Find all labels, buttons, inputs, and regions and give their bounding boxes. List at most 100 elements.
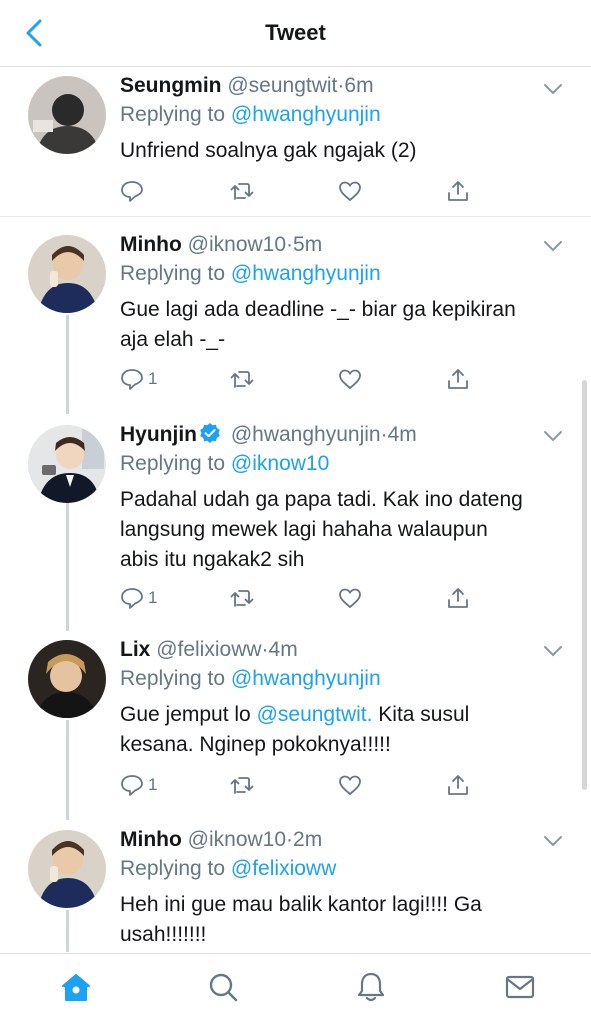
retweet-icon — [230, 777, 254, 794]
heart-icon — [339, 369, 361, 390]
inline-mention[interactable]: @seungtwit. — [257, 703, 373, 726]
tab-search[interactable] — [206, 970, 240, 1004]
author-name[interactable]: Minho — [120, 233, 182, 256]
avatar[interactable] — [28, 830, 106, 908]
author-name[interactable]: Hyunjin — [120, 423, 197, 446]
reply-mention[interactable]: @iknow10 — [231, 452, 329, 475]
home-icon — [62, 974, 90, 1001]
share-icon — [448, 588, 468, 608]
top-bar: Tweet — [0, 0, 591, 67]
replying-prefix: Replying to — [120, 452, 226, 475]
author-handle[interactable]: @felixioww — [156, 638, 261, 661]
tweet-text-line: usah!!!!!!! — [120, 923, 207, 946]
tweet[interactable]: Minho @iknow10·2m Replying to @felixioww… — [0, 816, 591, 953]
tweet-text-line: kesana. Nginep pokoknya!!!!! — [120, 733, 391, 756]
chevron-down-icon[interactable] — [543, 239, 563, 253]
reply-count: 1 — [148, 588, 158, 607]
tweet[interactable]: Lix @felixioww·4m Replying to @hwanghyun… — [0, 628, 591, 816]
timestamp: 4m — [387, 423, 417, 446]
tab-messages[interactable] — [503, 970, 537, 1004]
heart-icon — [339, 775, 361, 796]
reply-count: 1 — [148, 775, 158, 794]
chevron-down-icon[interactable] — [543, 834, 563, 848]
search-icon — [209, 973, 238, 1002]
share-button[interactable] — [446, 772, 470, 798]
reply-button[interactable]: 1 — [120, 366, 157, 392]
share-icon — [448, 369, 468, 389]
share-icon — [448, 181, 468, 201]
reply-count: 1 — [148, 369, 158, 388]
reply-icon — [121, 181, 143, 202]
chevron-down-icon[interactable] — [543, 644, 563, 658]
separator-dot: · — [286, 233, 294, 256]
like-button[interactable] — [338, 178, 362, 204]
timestamp: 2m — [293, 828, 323, 851]
retweet-button[interactable] — [230, 772, 254, 798]
reply-mention[interactable]: @hwanghyunjin — [231, 667, 381, 690]
share-button[interactable] — [446, 585, 470, 611]
reply-button[interactable]: 1 — [120, 772, 157, 798]
author-handle[interactable]: @seungtwit — [227, 74, 337, 97]
separator-dot: · — [261, 638, 269, 661]
author-name[interactable]: Minho — [120, 828, 182, 851]
retweet-icon — [230, 590, 254, 607]
author-name[interactable]: Lix — [120, 638, 150, 661]
reply-icon — [121, 775, 143, 796]
author-name[interactable]: Seungmin — [120, 74, 222, 97]
verified-badge-icon — [200, 423, 220, 443]
avatar[interactable] — [28, 640, 106, 718]
tweet-text: Unfriend soalnya gak ngajak (2) — [120, 139, 417, 162]
retweet-button[interactable] — [230, 366, 254, 392]
chevron-down-icon[interactable] — [543, 82, 563, 96]
reply-button[interactable] — [120, 178, 148, 204]
like-button[interactable] — [338, 772, 362, 798]
bell-icon — [357, 972, 385, 1002]
mail-icon — [505, 975, 535, 999]
reply-mention[interactable]: @felixioww — [231, 857, 336, 880]
heart-icon — [339, 588, 361, 609]
share-button[interactable] — [446, 366, 470, 392]
timestamp: 5m — [293, 233, 323, 256]
timestamp: 4m — [268, 638, 298, 661]
retweet-icon — [230, 183, 254, 200]
tweet[interactable]: Minho @iknow10·5m Replying to @hwanghyun… — [0, 217, 591, 410]
scrollbar[interactable] — [582, 380, 587, 790]
tweet-text-part: Gue jemput lo — [120, 703, 257, 726]
tab-notifications[interactable] — [354, 970, 388, 1004]
like-button[interactable] — [338, 585, 362, 611]
replying-prefix: Replying to — [120, 262, 226, 285]
replying-prefix: Replying to — [120, 857, 226, 880]
reply-icon — [121, 588, 143, 609]
reply-button[interactable]: 1 — [120, 585, 157, 611]
bottom-tab-bar — [0, 953, 591, 1025]
avatar[interactable] — [28, 235, 106, 313]
tab-home[interactable] — [59, 970, 93, 1004]
share-icon — [448, 775, 468, 795]
chevron-down-icon[interactable] — [543, 429, 563, 443]
like-button[interactable] — [338, 366, 362, 392]
retweet-icon — [230, 371, 254, 388]
page-title: Tweet — [265, 20, 326, 45]
separator-dot: · — [380, 423, 388, 446]
share-button[interactable] — [446, 178, 470, 204]
avatar[interactable] — [28, 76, 106, 154]
tweet-text-line: langsung mewek lagi hahaha walaupun — [120, 518, 488, 541]
avatar[interactable] — [28, 425, 106, 503]
tweet-text-line: abis itu ngakak2 sih — [120, 548, 305, 571]
retweet-button[interactable] — [230, 178, 254, 204]
author-handle[interactable]: @hwanghyunjin — [231, 423, 381, 446]
tweet-text-line: Heh ini gue mau balik kantor lagi!!!! Ga — [120, 893, 482, 916]
tweet-text-line: aja elah -_- — [120, 328, 226, 351]
replying-prefix: Replying to — [120, 103, 226, 126]
reply-mention[interactable]: @hwanghyunjin — [231, 103, 381, 126]
reply-mention[interactable]: @hwanghyunjin — [231, 262, 381, 285]
tweet[interactable]: Seungmin @seungtwit·6m Replying to @hwan… — [0, 66, 591, 217]
retweet-button[interactable] — [230, 585, 254, 611]
author-handle[interactable]: @iknow10 — [188, 828, 286, 851]
tweet[interactable]: Hyunjin @hwanghyunjin·4m Replying to @ik… — [0, 410, 591, 628]
timestamp: 6m — [344, 74, 374, 97]
reply-icon — [121, 369, 143, 390]
separator-dot: · — [286, 828, 294, 851]
tweet-text-line: Padahal udah ga papa tadi. Kak ino daten… — [120, 488, 523, 511]
author-handle[interactable]: @iknow10 — [188, 233, 286, 256]
